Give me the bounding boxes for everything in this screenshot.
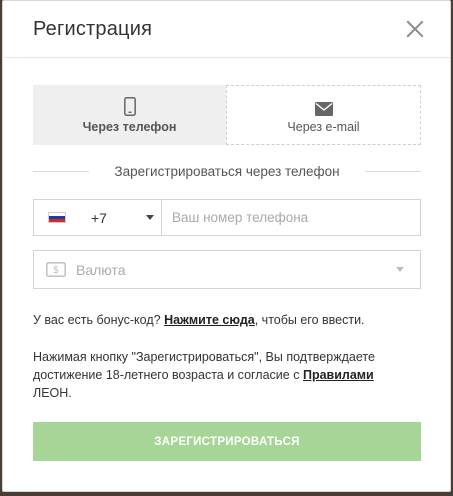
- modal-header: Регистрация: [3, 1, 450, 58]
- phone-icon: [123, 96, 136, 116]
- modal-body: Через телефон Через e-mail Зарегистриров…: [3, 85, 450, 461]
- registration-modal: Регистрация Через телефон Через e-mail З…: [2, 0, 451, 492]
- rules-link[interactable]: Правилами: [303, 368, 374, 382]
- bonus-suffix: , чтобы его ввести.: [254, 313, 365, 327]
- method-divider: Зарегистрироваться через телефон: [33, 161, 421, 181]
- phone-input[interactable]: [162, 200, 420, 235]
- russia-flag-icon: [48, 212, 66, 223]
- divider-text: Зарегистрироваться через телефон: [114, 163, 340, 179]
- country-code: +7: [91, 209, 107, 226]
- modal-title: Регистрация: [33, 17, 153, 40]
- bonus-prefix: У вас есть бонус-код?: [33, 313, 161, 327]
- currency-placeholder: Валюта: [76, 261, 126, 278]
- divider-line-left: [33, 170, 89, 172]
- bonus-code-text: У вас есть бонус-код? Нажмите сюда, чтоб…: [33, 313, 421, 327]
- divider-line-right: [365, 170, 421, 172]
- envelope-icon: [314, 96, 333, 116]
- phone-field-group: +7: [33, 199, 421, 236]
- country-code-select[interactable]: +7: [34, 200, 162, 235]
- agreement-text: Нажимая кнопку "Зарегистрироваться", Вы …: [33, 348, 421, 402]
- register-button[interactable]: ЗАРЕГИСТРИРОВАТЬСЯ: [33, 422, 421, 461]
- svg-text:$: $: [53, 265, 59, 276]
- agreement-suffix: ЛЕОН.: [33, 386, 72, 400]
- chevron-down-icon: [146, 215, 154, 220]
- currency-select[interactable]: $ Валюта: [33, 250, 421, 289]
- tab-phone-label: Через телефон: [82, 120, 177, 134]
- tab-email[interactable]: Через e-mail: [226, 85, 421, 145]
- registration-tabs: Через телефон Через e-mail: [33, 85, 421, 145]
- chevron-down-icon: [396, 267, 404, 272]
- tab-phone[interactable]: Через телефон: [33, 85, 226, 145]
- money-icon: $: [46, 262, 66, 277]
- bonus-code-link[interactable]: Нажмите сюда: [164, 313, 255, 327]
- close-icon[interactable]: [406, 20, 424, 38]
- tab-email-label: Через e-mail: [287, 120, 360, 134]
